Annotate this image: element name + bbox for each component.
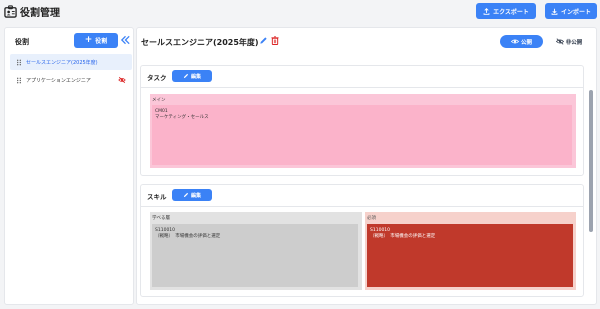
drag-handle-icon[interactable] <box>16 59 22 66</box>
skill-group-title: 必須 <box>367 216 376 221</box>
eye-off-icon <box>118 76 126 84</box>
private-toggle[interactable]: 非公開 <box>547 35 591 48</box>
role-detail-panel: セールスエンジニア(2025年度) 公開 非公開 タスク 編集 メイン CM01… <box>136 27 597 305</box>
eye-off-icon <box>555 38 564 45</box>
task-group-main: メイン CM01 マーケティング・セールス <box>150 94 576 168</box>
skill-name: （戦略） 市場機会の評価と選定 <box>370 234 436 239</box>
skill-section-title: スキル <box>147 193 167 201</box>
role-item-label: セールスエンジニア(2025年度) <box>26 59 98 66</box>
skill-group-learnable: 学べる層 S110010 （戦略） 市場機会の評価と選定 <box>150 212 362 290</box>
role-item-application-engineer[interactable]: アプリケーションエンジニア <box>10 72 132 88</box>
import-button-label: インポート <box>560 8 591 16</box>
task-card[interactable]: CM01 マーケティング・セールス <box>152 105 572 165</box>
edit-task-label: 編集 <box>190 73 201 80</box>
pencil-icon <box>183 73 189 79</box>
public-toggle[interactable]: 公開 <box>500 35 543 48</box>
skill-name: （戦略） 市場機会の評価と選定 <box>155 234 221 239</box>
id-card-icon <box>4 5 17 18</box>
skill-card[interactable]: S110010 （戦略） 市場機会の評価と選定 <box>152 224 358 287</box>
sidebar-title: 役割 <box>15 38 29 46</box>
role-sidebar: 役割 + 役割 セールスエンジニア(2025年度) アプリケーションエンジニア <box>4 27 134 305</box>
task-section: タスク 編集 メイン CM01 マーケティング・セールス <box>140 65 584 176</box>
drag-handle-icon[interactable] <box>16 77 22 84</box>
eye-icon <box>510 39 519 44</box>
page-title: 役割管理 <box>20 8 60 19</box>
pencil-icon <box>183 192 189 198</box>
scrollbar-thumb[interactable] <box>589 90 593 232</box>
trash-icon[interactable] <box>271 36 279 45</box>
export-button-label: エクスポート <box>493 8 529 16</box>
double-chevron-left-icon[interactable] <box>120 34 131 46</box>
scrollbar[interactable] <box>589 63 593 301</box>
divider <box>141 206 583 207</box>
private-toggle-label: 非公開 <box>565 39 583 46</box>
edit-skill-label: 編集 <box>190 192 201 199</box>
divider <box>141 87 583 88</box>
skill-group-title: 学べる層 <box>152 216 170 221</box>
role-item-label: アプリケーションエンジニア <box>26 77 91 84</box>
pencil-icon[interactable] <box>259 36 268 45</box>
top-bar: 役割管理 エクスポート インポート <box>0 0 600 26</box>
edit-skill-button[interactable]: 編集 <box>172 189 212 201</box>
download-icon <box>551 8 558 15</box>
task-section-title: タスク <box>147 74 167 82</box>
skill-section: スキル 編集 学べる層 S110010 （戦略） 市場機会の評価と選定 必須 S… <box>140 184 584 297</box>
task-name: マーケティング・セールス <box>155 115 209 120</box>
skill-group-required: 必須 S110010 （戦略） 市場機会の評価と選定 <box>365 212 576 290</box>
public-toggle-label: 公開 <box>520 39 532 46</box>
task-group-title: メイン <box>152 98 166 103</box>
role-title: セールスエンジニア(2025年度) <box>141 38 259 47</box>
edit-task-button[interactable]: 編集 <box>172 70 212 82</box>
export-button[interactable]: エクスポート <box>476 3 536 19</box>
import-button[interactable]: インポート <box>545 3 597 19</box>
skill-card[interactable]: S110010 （戦略） 市場機会の評価と選定 <box>367 224 573 287</box>
add-role-label: 役割 <box>95 38 108 45</box>
upload-icon <box>483 7 490 15</box>
add-role-button[interactable]: + 役割 <box>74 33 118 48</box>
role-item-sales-engineer[interactable]: セールスエンジニア(2025年度) <box>10 54 132 70</box>
plus-icon: + <box>84 35 93 45</box>
